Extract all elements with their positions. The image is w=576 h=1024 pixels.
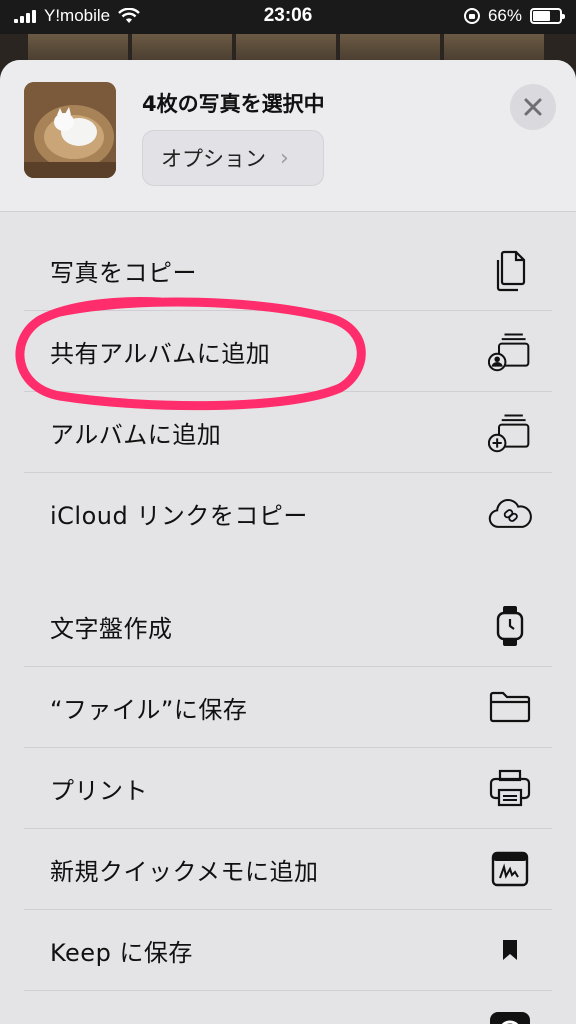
action-add-to-shared-album[interactable]: 共有アルバムに追加 [24,311,552,392]
close-button[interactable] [510,84,556,130]
watch-icon [488,604,532,648]
chevron-right-icon: › [280,145,289,171]
icloud-link-icon [488,492,532,536]
share-sheet-header: 4枚の写真を選択中 オプション › [0,60,576,212]
action-group-2: 文字盤作成 “ファイル”に保存 プリント 新規クイックメモに追加 Keep に保… [24,586,552,1024]
quick-note-icon [488,847,532,891]
action-print[interactable]: プリント [24,748,552,829]
action-add-to-album[interactable]: アルバムに追加 [24,392,552,473]
battery-percent: 66% [487,6,522,25]
battery-icon [530,8,565,24]
share-sheet: 4枚の写真を選択中 オプション › 写真をコピー 共有アルバムに追加 アルバムに… [0,60,576,1024]
add-album-icon [488,410,532,454]
battery-level [533,11,551,21]
action-copy-icloud-link[interactable]: iCloud リンクをコピー [24,473,552,554]
action-save-to-files[interactable]: “ファイル”に保存 [24,667,552,748]
action-add-to-quick-note[interactable]: 新規クイックメモに追加 [24,829,552,910]
photo-thumbnail [24,82,116,178]
folder-icon [488,685,532,729]
options-label: オプション [161,147,266,171]
status-bar: Y!mobile 23:06 66% [0,0,576,34]
shared-album-icon [488,329,532,373]
partial-app-icon [488,1010,532,1024]
action-save-to-keep[interactable]: Keep に保存 [24,910,552,991]
bookmark-icon [488,928,532,972]
close-icon [524,98,542,116]
printer-icon [488,766,532,810]
action-create-watch-face[interactable]: 文字盤作成 [24,586,552,667]
copy-icon [488,248,532,292]
action-partial-next[interactable] [24,991,552,1024]
action-copy-photos[interactable]: 写真をコピー [24,230,552,311]
action-group-1: 写真をコピー 共有アルバムに追加 アルバムに追加 iCloud リンクをコピー [24,230,552,554]
options-button[interactable]: オプション › [142,130,324,186]
rotation-lock-icon [463,8,480,24]
selection-title: 4枚の写真を選択中 [142,92,325,116]
